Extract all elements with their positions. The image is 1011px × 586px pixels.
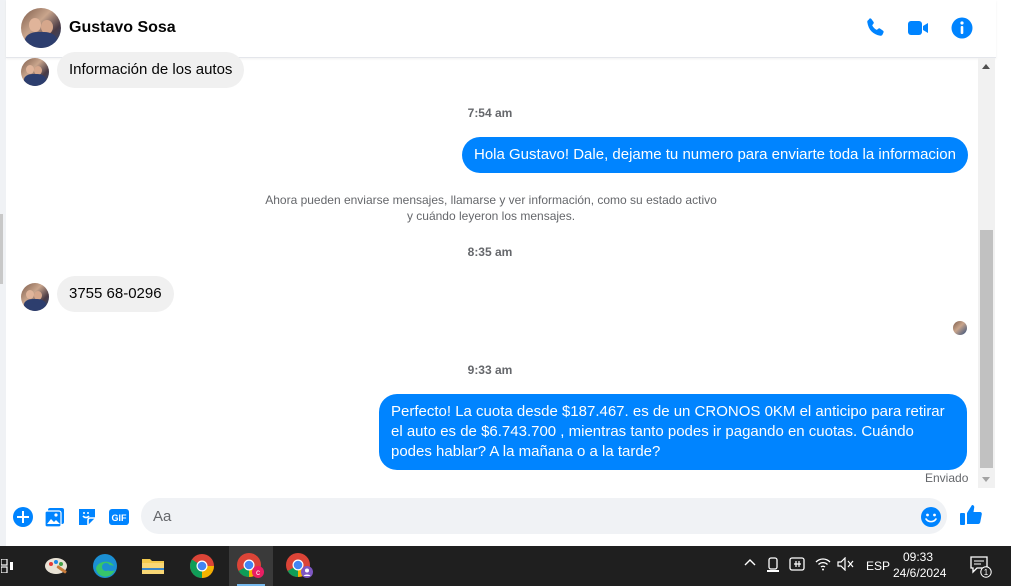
read-receipt-avatar — [953, 321, 967, 335]
phone-icon[interactable] — [863, 16, 887, 40]
scroll-down-arrow[interactable] — [982, 477, 990, 482]
message-input[interactable] — [141, 498, 947, 534]
emoji-icon[interactable] — [920, 506, 942, 528]
language-indicator[interactable]: ESP — [866, 559, 890, 573]
chrome-profile-c-icon[interactable]: c — [229, 546, 273, 586]
sender-avatar[interactable] — [21, 283, 49, 311]
task-view-icon[interactable] — [0, 546, 30, 586]
image-icon[interactable] — [44, 506, 66, 528]
chevron-up-icon[interactable] — [743, 555, 757, 572]
contact-name[interactable]: Gustavo Sosa — [69, 19, 176, 37]
sender-avatar[interactable] — [21, 58, 49, 86]
chrome-icon[interactable] — [180, 546, 224, 586]
delivery-status: Enviado — [925, 471, 969, 485]
notification-count: 1 — [984, 568, 989, 577]
gif-label: GIF — [112, 513, 128, 523]
incoming-message[interactable]: Información de los autos — [57, 52, 245, 88]
system-notice: Ahora pueden enviarse mensajes, llamarse… — [265, 193, 717, 223]
gif-icon[interactable]: GIF — [108, 506, 130, 528]
notification-center-icon[interactable]: 1 — [970, 556, 992, 581]
outgoing-message[interactable]: Hola Gustavo! Dale, dejame tu numero par… — [462, 137, 968, 173]
timestamp: 9:33 am — [467, 363, 513, 377]
clock-date: 24/6/2024 — [893, 566, 947, 580]
scroll-thumb[interactable] — [980, 230, 993, 468]
taskbar: c ESP 09:33 24/6/2024 1 — [0, 546, 1011, 586]
chrome-profile-2-icon[interactable] — [278, 546, 322, 586]
plus-icon[interactable] — [12, 506, 34, 528]
chat-header: Gustavo Sosa — [6, 0, 996, 58]
system-clock[interactable]: 09:33 24/6/2024 — [893, 549, 947, 581]
edge-browser-icon[interactable] — [83, 546, 127, 586]
message-scrollbar[interactable] — [978, 58, 995, 488]
outgoing-message[interactable]: Perfecto! La cuota desde $187.467. es de… — [379, 394, 967, 470]
volume-muted-icon[interactable] — [837, 556, 855, 574]
clock-time: 09:33 — [902, 550, 934, 564]
contact-avatar[interactable] — [21, 8, 61, 48]
message-list[interactable]: Información de los autos 7:54 am Hola Gu… — [6, 52, 978, 490]
battery-plug-icon[interactable] — [789, 556, 807, 575]
info-icon[interactable] — [950, 16, 974, 40]
file-explorer-icon[interactable] — [131, 546, 175, 586]
paint-app-icon[interactable] — [35, 546, 79, 586]
like-icon[interactable] — [959, 503, 983, 527]
timestamp: 8:35 am — [467, 245, 513, 259]
incoming-message[interactable]: 3755 68-0296 — [57, 276, 174, 312]
sticker-icon[interactable] — [76, 506, 98, 528]
messenger-window: Gustavo Sosa Información de los autos 7:… — [0, 0, 1011, 586]
wifi-icon[interactable] — [815, 557, 831, 574]
timestamp: 7:54 am — [467, 106, 513, 120]
video-icon[interactable] — [906, 16, 930, 40]
scroll-up-arrow[interactable] — [982, 64, 990, 69]
svg-text:c: c — [256, 568, 260, 577]
composer: GIF — [6, 490, 996, 546]
meet-now-icon[interactable] — [766, 557, 780, 576]
